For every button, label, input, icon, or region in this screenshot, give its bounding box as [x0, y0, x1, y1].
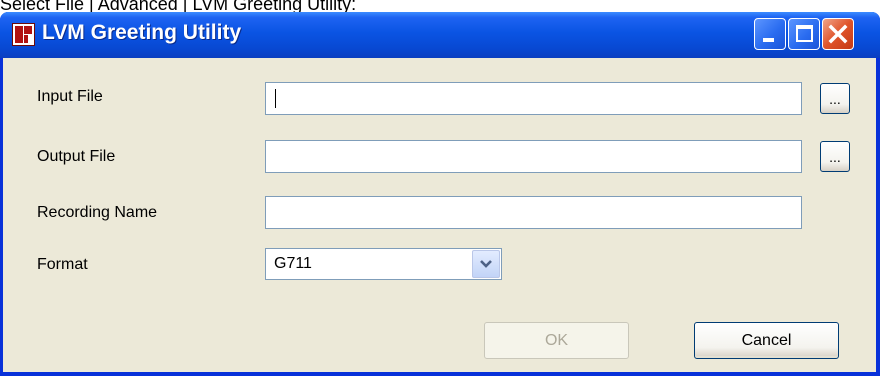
input-file-browse-button[interactable]: ...	[820, 83, 850, 114]
maximize-icon	[796, 25, 813, 42]
maximize-button[interactable]	[788, 18, 820, 50]
chevron-down-icon	[480, 260, 492, 268]
recording-name-field[interactable]	[265, 196, 802, 229]
input-file-label: Input File	[37, 88, 103, 105]
output-file-field[interactable]	[265, 140, 802, 173]
dialog-body: Input File ... Output File ... Recording…	[3, 58, 876, 372]
window-title: LVM Greeting Utility	[42, 21, 242, 44]
minimize-icon	[763, 38, 774, 42]
title-bar[interactable]: LVM Greeting Utility	[0, 12, 880, 58]
format-dropdown-button[interactable]	[472, 250, 500, 278]
format-label: Format	[37, 256, 88, 273]
format-select[interactable]: G711	[265, 248, 502, 280]
input-file-field[interactable]	[265, 82, 802, 115]
close-button[interactable]	[822, 18, 854, 50]
close-icon	[828, 24, 848, 44]
recording-name-label: Recording Name	[37, 204, 158, 221]
cancel-button[interactable]: Cancel	[694, 322, 839, 359]
format-selected-value: G711	[274, 255, 312, 272]
output-file-label: Output File	[37, 148, 116, 165]
minimize-button[interactable]	[754, 18, 786, 50]
output-file-browse-button[interactable]: ...	[820, 141, 850, 172]
text-caret	[275, 89, 276, 108]
dialog-window: LVM Greeting Utility Input File ... Outp…	[0, 12, 880, 376]
app-logo-icon	[12, 23, 35, 46]
ok-button[interactable]: OK	[484, 322, 629, 359]
